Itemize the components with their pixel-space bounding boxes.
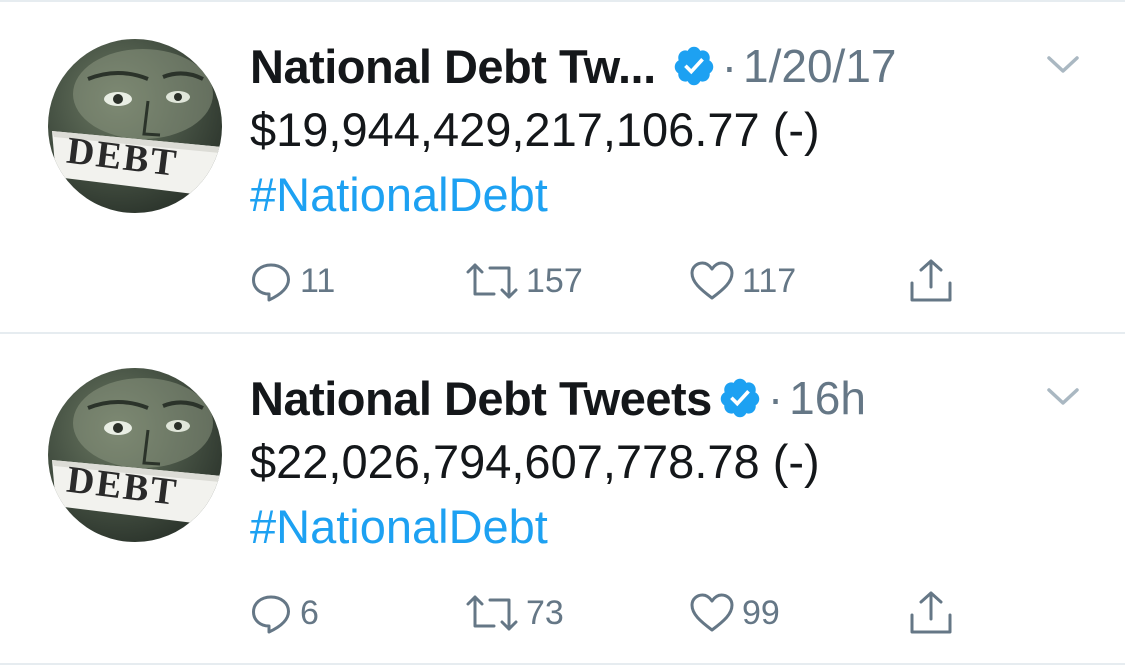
retweet-button[interactable]: 73: [464, 588, 564, 638]
tweet-timestamp[interactable]: 1/20/17: [743, 39, 896, 93]
avatar[interactable]: DEBT: [48, 368, 222, 542]
retweet-count: 157: [526, 261, 583, 300]
reply-button[interactable]: 6: [248, 588, 319, 638]
avatar-debt-image: DEBT: [52, 378, 222, 526]
share-upload-icon: [906, 257, 956, 305]
heart-icon: [688, 590, 736, 636]
tweet-text: $22,026,794,607,778.78 (-): [250, 435, 820, 488]
reply-button[interactable]: 11: [248, 256, 335, 306]
share-button[interactable]: [906, 256, 956, 306]
like-button[interactable]: 99: [688, 588, 780, 638]
author-name[interactable]: National Debt Tw...: [250, 39, 656, 94]
verified-badge-icon: [718, 376, 762, 420]
bottom-divider: [0, 663, 1125, 665]
retweet-button[interactable]: 157: [464, 256, 583, 306]
tweet-actions: 11 157 117: [248, 256, 1008, 306]
tweet-card[interactable]: DEBT National Debt Tweets · 16h $22,026,…: [0, 334, 1125, 664]
header-separator: ·: [767, 372, 784, 424]
hashtag-link[interactable]: #NationalDebt: [250, 167, 548, 222]
tweet-header: National Debt Tw... · 1/20/17: [250, 36, 897, 96]
retweet-arrows-icon: [464, 258, 520, 304]
speech-bubble-icon: [248, 590, 294, 636]
header-separator: ·: [721, 40, 738, 92]
retweet-count: 73: [526, 593, 564, 632]
like-button[interactable]: 117: [688, 256, 796, 306]
hashtag-link[interactable]: #NationalDebt: [250, 499, 548, 554]
tweet-card[interactable]: DEBT National Debt Tw... · 1/20/17 $19,9…: [0, 2, 1125, 332]
tweet-feed: DEBT National Debt Tw... · 1/20/17 $19,9…: [0, 0, 1125, 667]
heart-icon: [688, 258, 736, 304]
tweet-text: $19,944,429,217,106.77 (-): [250, 103, 820, 156]
avatar[interactable]: DEBT: [48, 39, 222, 213]
verified-badge-icon: [672, 44, 716, 88]
reply-count: 11: [300, 261, 336, 300]
tweet-header: National Debt Tweets · 16h: [250, 368, 866, 428]
like-count: 99: [742, 593, 780, 632]
chevron-down-icon[interactable]: [1040, 382, 1086, 412]
retweet-arrows-icon: [464, 590, 520, 636]
like-count: 117: [742, 261, 797, 300]
chevron-down-icon[interactable]: [1040, 50, 1086, 80]
avatar-debt-image: DEBT: [52, 49, 222, 197]
tweet-actions: 6 73 99: [248, 588, 1008, 638]
reply-count: 6: [300, 593, 319, 632]
speech-bubble-icon: [248, 258, 294, 304]
share-upload-icon: [906, 589, 956, 637]
tweet-timestamp[interactable]: 16h: [789, 371, 866, 425]
share-button[interactable]: [906, 588, 956, 638]
author-name[interactable]: National Debt Tweets: [250, 371, 712, 426]
